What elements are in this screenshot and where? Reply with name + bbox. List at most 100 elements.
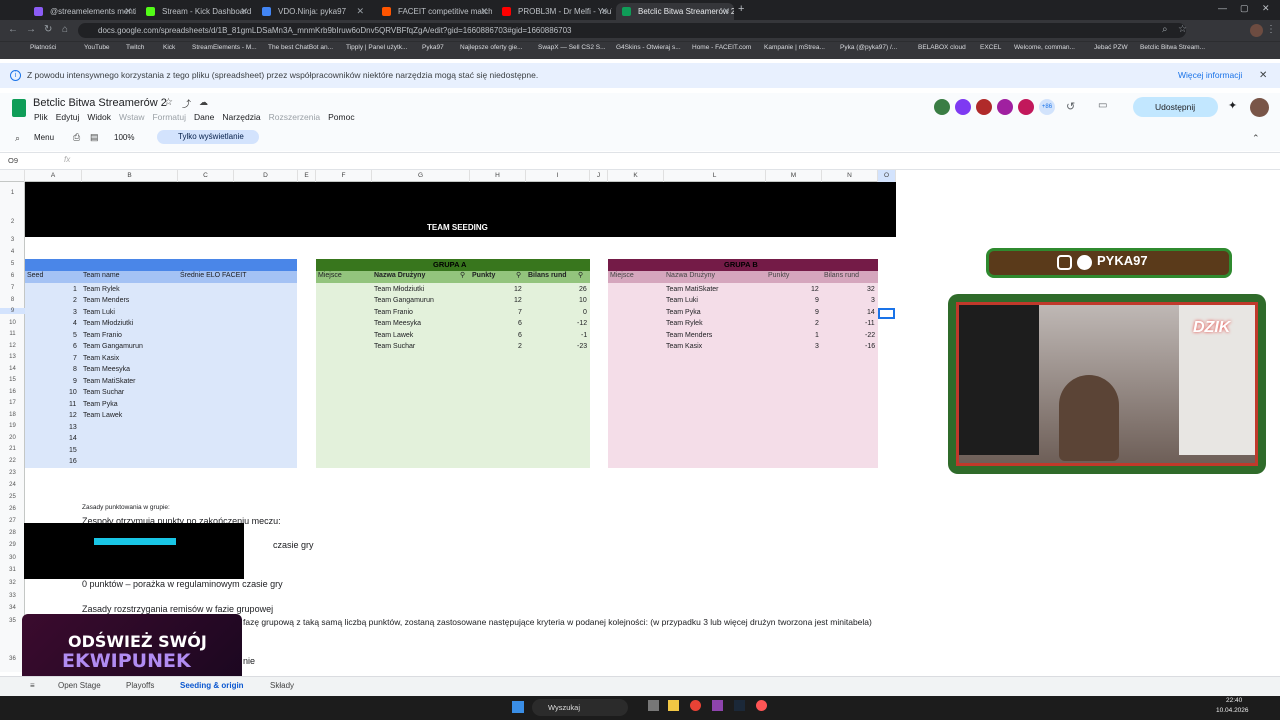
row-header[interactable]: 32 — [0, 580, 25, 586]
browser-tab[interactable]: VDO.Ninja: pyka97 ✕ — [256, 3, 368, 20]
row-header[interactable]: 34 — [0, 605, 25, 611]
back-icon[interactable]: ← — [8, 24, 18, 35]
row-header[interactable]: 29 — [0, 542, 25, 548]
star-icon[interactable]: ☆ — [164, 97, 173, 108]
row-header[interactable]: 30 — [0, 555, 25, 561]
maximize-icon[interactable]: ▢ — [1240, 3, 1249, 14]
menu-tools[interactable]: Narzędzia — [222, 112, 260, 122]
bookmark-item[interactable]: Twitch — [126, 44, 144, 51]
new-tab-icon[interactable]: + — [738, 3, 744, 15]
close-icon[interactable]: ✕ — [356, 3, 364, 20]
bookmark-star-icon[interactable]: ☆ — [1178, 24, 1187, 35]
zoom-select[interactable]: 100% — [114, 133, 134, 142]
view-only-badge[interactable]: Tylko wyświetlanie — [157, 130, 259, 144]
home-icon[interactable]: ⌂ — [62, 24, 68, 35]
share-button[interactable]: Udostępnij — [1133, 97, 1218, 117]
row-header[interactable]: 24 — [0, 482, 25, 488]
column-header[interactable]: M — [766, 170, 822, 182]
close-icon[interactable]: ✕ — [240, 3, 248, 20]
search-icon[interactable]: ⌕ — [1162, 24, 1168, 35]
bookmark-item[interactable]: SwapX — Sell CS2 S... — [538, 44, 606, 51]
browser-tab-active[interactable]: Betclic Bitwa Streamerów 2 - A✕ — [616, 3, 734, 20]
column-header[interactable]: E — [298, 170, 316, 182]
collaborator-avatar[interactable] — [934, 99, 950, 115]
reload-icon[interactable]: ↻ — [44, 24, 52, 35]
row-header[interactable]: 27 — [0, 518, 25, 524]
close-icon[interactable]: ✕ — [1259, 63, 1267, 88]
column-header[interactable]: K — [608, 170, 664, 182]
row-header-selected[interactable]: 9 — [0, 308, 25, 314]
filter-icon[interactable]: ⚲ — [516, 271, 521, 279]
column-header-selected[interactable]: O — [878, 170, 896, 182]
browser-tab[interactable]: PROBL3M - Dr Melfi - YouT ✕ — [496, 3, 612, 20]
row-header[interactable]: 14 — [0, 366, 25, 372]
history-icon[interactable]: ↺ — [1066, 100, 1075, 113]
bookmark-item[interactable]: Home - FACEIT.com — [692, 44, 751, 51]
row-header[interactable]: 22 — [0, 458, 25, 464]
row-header[interactable]: 23 — [0, 470, 25, 476]
column-header[interactable]: J — [590, 170, 608, 182]
row-header[interactable]: 31 — [0, 567, 25, 573]
row-header[interactable]: 8 — [0, 297, 25, 303]
close-icon[interactable]: ✕ — [722, 3, 730, 20]
row-header[interactable]: 26 — [0, 506, 25, 512]
task-view-icon[interactable] — [648, 700, 659, 711]
row-header[interactable]: 17 — [0, 400, 25, 406]
row-header[interactable]: 4 — [0, 249, 25, 255]
row-header[interactable]: 6 — [0, 273, 25, 279]
menu-file[interactable]: Plik — [34, 112, 48, 122]
close-icon[interactable]: ✕ — [600, 3, 608, 20]
bookmark-item[interactable]: Najlepsze oferty gie... — [460, 44, 523, 51]
column-header[interactable]: F — [316, 170, 372, 182]
browser-tab[interactable]: @streamelements mention✕ — [28, 3, 136, 20]
menu-edit[interactable]: Edytuj — [56, 112, 80, 122]
selected-cell[interactable] — [878, 308, 895, 319]
collaborator-avatar[interactable] — [955, 99, 971, 115]
move-icon[interactable]: ⤴ — [182, 97, 191, 110]
bookmark-item[interactable]: EXCEL — [980, 44, 1001, 51]
menu-view[interactable]: Widok — [87, 112, 111, 122]
menu-format[interactable]: Formatuj — [152, 112, 186, 122]
search-icon[interactable]: ⌕ — [15, 133, 20, 144]
select-all-corner[interactable] — [0, 170, 25, 182]
menu-search-label[interactable]: Menu — [34, 133, 54, 142]
paint-format-icon[interactable]: ▤ — [90, 132, 99, 143]
collaborator-avatar[interactable] — [1018, 99, 1034, 115]
bookmark-item[interactable]: The best ChatBot an... — [268, 44, 333, 51]
filter-icon[interactable]: ⚲ — [460, 271, 465, 279]
sheet-tab[interactable]: Składy — [270, 681, 294, 690]
browser-tab[interactable]: Stream - Kick Dashboard ✕ — [140, 3, 252, 20]
spreadsheet-grid[interactable]: TEAM SEEDING Seed Team name Średnie ELO … — [25, 182, 896, 672]
doc-title[interactable]: Betclic Bitwa Streamerów 2 — [33, 97, 167, 109]
bookmark-item[interactable]: Tipply | Panel użytk... — [346, 44, 407, 51]
column-header[interactable]: C — [178, 170, 234, 182]
row-header[interactable]: 20 — [0, 435, 25, 441]
row-header[interactable]: 18 — [0, 412, 25, 418]
column-header[interactable]: A — [25, 170, 82, 182]
menu-insert[interactable]: Wstaw — [119, 112, 145, 122]
row-header[interactable]: 10 — [0, 320, 25, 326]
profile-avatar[interactable] — [1250, 24, 1263, 37]
row-header[interactable]: 33 — [0, 593, 25, 599]
more-collaborators-badge[interactable]: +86 — [1039, 99, 1055, 115]
row-header[interactable]: 7 — [0, 285, 25, 291]
row-header[interactable]: 12 — [0, 343, 25, 349]
minimize-icon[interactable]: — — [1218, 3, 1227, 13]
windows-start-icon[interactable] — [512, 701, 524, 713]
sheets-logo-icon[interactable] — [12, 99, 26, 117]
menu-help[interactable]: Pomoc — [328, 112, 354, 122]
browser-menu-icon[interactable]: ⋮ — [1266, 24, 1276, 35]
row-header[interactable]: 16 — [0, 389, 25, 395]
close-icon[interactable]: ✕ — [124, 3, 132, 20]
close-window-icon[interactable]: ✕ — [1262, 3, 1270, 14]
chrome-icon[interactable] — [690, 700, 701, 711]
bookmark-item[interactable]: Welcome, comman... — [1014, 44, 1075, 51]
more-info-link[interactable]: Więcej informacji — [1178, 63, 1242, 88]
add-sheet-icon[interactable]: ≡ — [30, 681, 35, 690]
file-explorer-icon[interactable] — [668, 700, 679, 711]
sheet-tab-active[interactable]: Seeding & origin — [180, 681, 244, 690]
bookmark-item[interactable]: Kick — [163, 44, 175, 51]
sheet-tab[interactable]: Open Stage — [58, 681, 101, 690]
row-header[interactable]: 11 — [0, 331, 25, 337]
menu-data[interactable]: Dane — [194, 112, 214, 122]
